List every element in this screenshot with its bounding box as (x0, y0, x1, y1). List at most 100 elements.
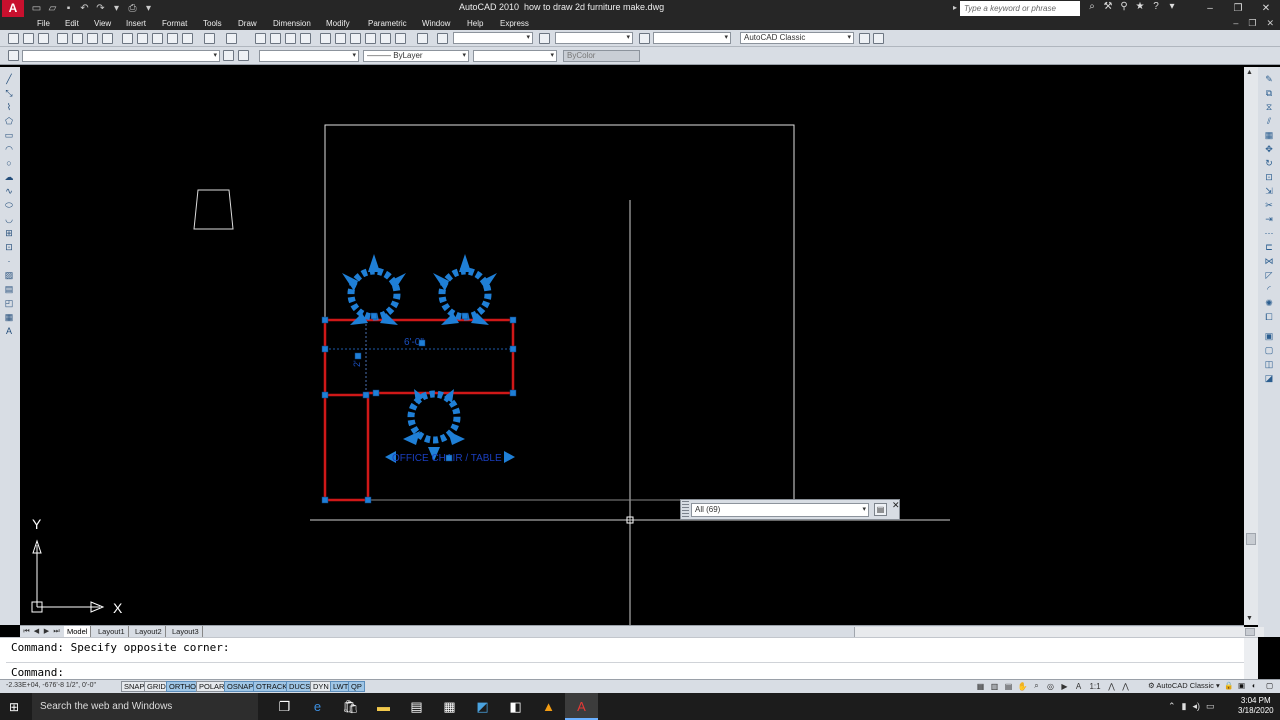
mail-app-icon[interactable]: ◩ (466, 693, 499, 720)
qp-toggle[interactable]: QP (348, 681, 365, 692)
cut-icon[interactable] (122, 33, 133, 44)
workspace-settings-icon[interactable] (859, 33, 870, 44)
block-editor-icon[interactable] (182, 33, 193, 44)
offset-icon[interactable]: ⫽ (1263, 116, 1275, 126)
vlc-icon[interactable]: ▲ (532, 693, 565, 720)
mirror-icon[interactable]: ⧖ (1263, 102, 1275, 112)
otrack-toggle[interactable]: OTRACK (253, 681, 291, 692)
paste-icon[interactable] (152, 33, 163, 44)
edge-browser-icon[interactable]: e (301, 693, 334, 720)
undo-icon[interactable] (204, 33, 215, 44)
vertical-scroll-thumb[interactable] (1246, 533, 1256, 545)
fillet-icon[interactable]: ◜ (1263, 284, 1275, 294)
qat-more-icon[interactable]: ▾ (142, 3, 155, 15)
windows-start-icon[interactable]: ⊞ (9, 700, 23, 714)
scroll-down-icon[interactable]: ▼ (1246, 615, 1253, 622)
horizontal-scroll-thumb[interactable] (1245, 628, 1255, 636)
minimize-icon[interactable]: – (1196, 0, 1224, 17)
properties-icon[interactable] (320, 33, 331, 44)
join-icon[interactable]: ⋈ (1263, 256, 1275, 266)
table-icon[interactable]: ▦ (3, 312, 15, 322)
last-tab-icon[interactable]: ⏭ (52, 626, 61, 637)
hatch-icon[interactable]: ▨ (3, 270, 15, 280)
quick-select-icon[interactable]: ▤ (874, 503, 887, 516)
undo-icon[interactable]: ↶ (78, 3, 91, 15)
save-icon[interactable] (38, 33, 49, 44)
isolate-objects-icon[interactable]: ◐ (1250, 681, 1259, 692)
pan-icon[interactable] (255, 33, 266, 44)
plot-preview-icon[interactable] (72, 33, 83, 44)
table-style-combo[interactable]: ▾ (653, 32, 731, 44)
design-center-icon[interactable] (335, 33, 346, 44)
layer-manager-icon[interactable] (8, 50, 19, 61)
tray-expand-icon[interactable]: ⌃ (1168, 693, 1176, 720)
save-icon[interactable]: ▪ (62, 3, 75, 15)
send-under-icon[interactable]: ◪ (1263, 373, 1275, 383)
bring-to-front-icon[interactable]: ▣ (1263, 331, 1275, 341)
rectangle-icon[interactable]: ▭ (3, 130, 15, 140)
point-icon[interactable]: · (3, 256, 15, 266)
tool-palettes-icon[interactable] (350, 33, 361, 44)
table-style-icon[interactable] (639, 33, 650, 44)
tab-layout2[interactable]: Layout2 (132, 626, 166, 637)
text-style-combo[interactable]: ▾ (453, 32, 533, 44)
documents-icon[interactable]: ▤ (400, 693, 433, 720)
draw-order-icon[interactable]: ⧠ (1263, 312, 1275, 322)
open-file-icon[interactable]: ▱ (46, 3, 59, 15)
command-prompt[interactable]: Command: (11, 666, 64, 679)
menu-express[interactable]: Express (500, 17, 529, 30)
explode-icon[interactable]: ✺ (1263, 298, 1275, 308)
zoom-previous-icon[interactable] (300, 33, 311, 44)
plot-icon[interactable] (57, 33, 68, 44)
communication-icon[interactable]: ⚲ (1118, 1, 1130, 12)
help-dropdown-icon[interactable]: ▾ (1166, 1, 1178, 12)
menu-insert[interactable]: Insert (126, 17, 146, 30)
layer-previous-icon[interactable] (238, 50, 249, 61)
markup-icon[interactable] (380, 33, 391, 44)
zoom-realtime-icon[interactable] (270, 33, 281, 44)
copy-icon[interactable] (137, 33, 148, 44)
doc-minimize-icon[interactable]: – (1233, 17, 1238, 30)
qnew-icon[interactable] (8, 33, 19, 44)
polar-toggle[interactable]: POLAR (196, 681, 228, 692)
cursor-coordinates[interactable]: -2.33E+04, -676'-8 1/2", 0'-0" (6, 682, 96, 689)
tab-model[interactable]: Model (64, 626, 92, 637)
workspace-switcher[interactable]: ⚙ AutoCAD Classic ▾ (1148, 681, 1220, 690)
stretch-icon[interactable]: ⇲ (1263, 186, 1275, 196)
media-app-icon[interactable]: ▦ (433, 693, 466, 720)
help-icon[interactable] (417, 33, 428, 44)
doc-restore-icon[interactable]: ❐ (1248, 17, 1256, 30)
erase-icon[interactable]: ✎ (1263, 74, 1275, 84)
horizontal-scrollbar[interactable] (854, 627, 1264, 637)
clean-screen-icon[interactable]: ▢ (1264, 681, 1275, 692)
annotation-autoscale-icon[interactable]: ⋀ (1120, 682, 1131, 691)
steering-wheel-icon[interactable]: ◎ (1045, 682, 1056, 691)
multiline-text-icon[interactable]: A (3, 326, 15, 336)
chamfer-icon[interactable]: ◸ (1263, 270, 1275, 280)
quick-view-drawings-icon[interactable]: ▤ (1003, 682, 1014, 691)
color-combo[interactable]: ▾ (259, 50, 359, 62)
search-icon[interactable]: ⌕ (1086, 1, 1098, 12)
lock-icon[interactable]: 🔒 (1222, 681, 1235, 692)
first-tab-icon[interactable]: ⏮ (22, 626, 31, 637)
favorites-star-icon[interactable]: ★ (1134, 1, 1146, 12)
open-icon[interactable] (23, 33, 34, 44)
notification-icon[interactable]: ▭ (1206, 693, 1215, 720)
quickcalc-icon[interactable] (395, 33, 406, 44)
hardware-acceleration-icon[interactable]: ▣ (1236, 681, 1247, 692)
menu-modify[interactable]: Modify (326, 17, 350, 30)
ellipse-arc-icon[interactable]: ◡ (3, 214, 15, 224)
copy-object-icon[interactable]: ⧉ (1263, 88, 1275, 98)
tab-layout1[interactable]: Layout1 (95, 626, 129, 637)
insert-block-icon[interactable]: ⊞ (3, 228, 15, 238)
qat-dropdown-icon[interactable]: ▾ (110, 3, 123, 15)
line-icon[interactable]: ╱ (3, 74, 15, 84)
circle-icon[interactable]: ○ (3, 158, 15, 168)
dyn-toggle[interactable]: DYN (310, 681, 332, 692)
vertical-scrollbar[interactable]: ▲ ▼ (1244, 67, 1258, 625)
scale-icon[interactable]: ⊡ (1263, 172, 1275, 182)
polyline-icon[interactable]: ⌇ (3, 102, 15, 112)
lineweight-combo[interactable]: ▾ (473, 50, 557, 62)
dim-style-combo[interactable]: ▾ (555, 32, 633, 44)
taskbar-search-input[interactable]: Search the web and Windows (32, 693, 258, 720)
